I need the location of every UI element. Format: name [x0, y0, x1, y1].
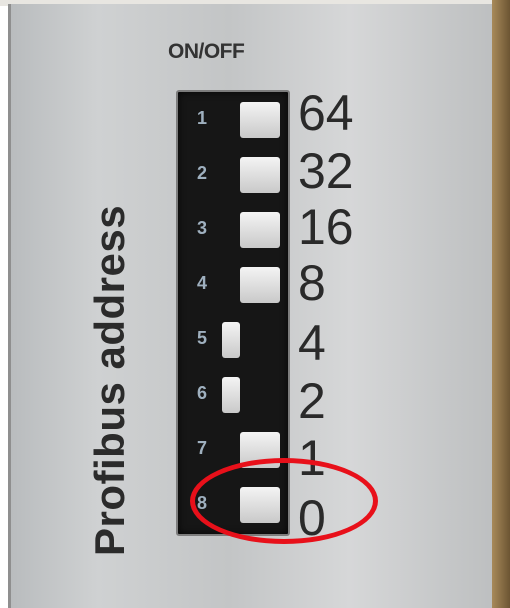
- value-4: 4: [298, 315, 326, 371]
- switch-key: [222, 377, 240, 413]
- switch-number: 4: [196, 273, 207, 293]
- switch-number: 1: [196, 108, 207, 128]
- switch-key: [240, 267, 280, 303]
- switch-slot-2[interactable]: 2: [178, 147, 288, 202]
- switch-number: 6: [196, 383, 207, 403]
- value-8: 8: [298, 255, 326, 311]
- value-2: 2: [298, 373, 326, 429]
- switch-number: 3: [196, 218, 207, 238]
- value-32: 32: [298, 143, 354, 199]
- value-64: 64: [298, 85, 354, 141]
- photo-scene: ON/OFF Profibus address 1 2 3 4 5 6 7 8 …: [0, 0, 510, 608]
- switch-number: 2: [196, 163, 207, 183]
- red-highlight-circle: [190, 458, 378, 544]
- switch-key: [240, 157, 280, 193]
- value-16: 16: [298, 199, 354, 255]
- profibus-address-label: Profibus address: [86, 204, 133, 556]
- onoff-label: ON/OFF: [168, 40, 245, 63]
- switch-key: [240, 212, 280, 248]
- switch-slot-1[interactable]: 1: [178, 92, 288, 147]
- switch-slot-5[interactable]: 5: [178, 312, 288, 367]
- switch-slot-6[interactable]: 6: [178, 367, 288, 422]
- switch-slot-3[interactable]: 3: [178, 202, 288, 257]
- switch-key: [222, 322, 240, 358]
- switch-slot-4[interactable]: 4: [178, 257, 288, 312]
- panel-edge: [492, 0, 510, 608]
- switch-number: 7: [196, 438, 207, 458]
- switch-number: 5: [196, 328, 207, 348]
- switch-key: [240, 102, 280, 138]
